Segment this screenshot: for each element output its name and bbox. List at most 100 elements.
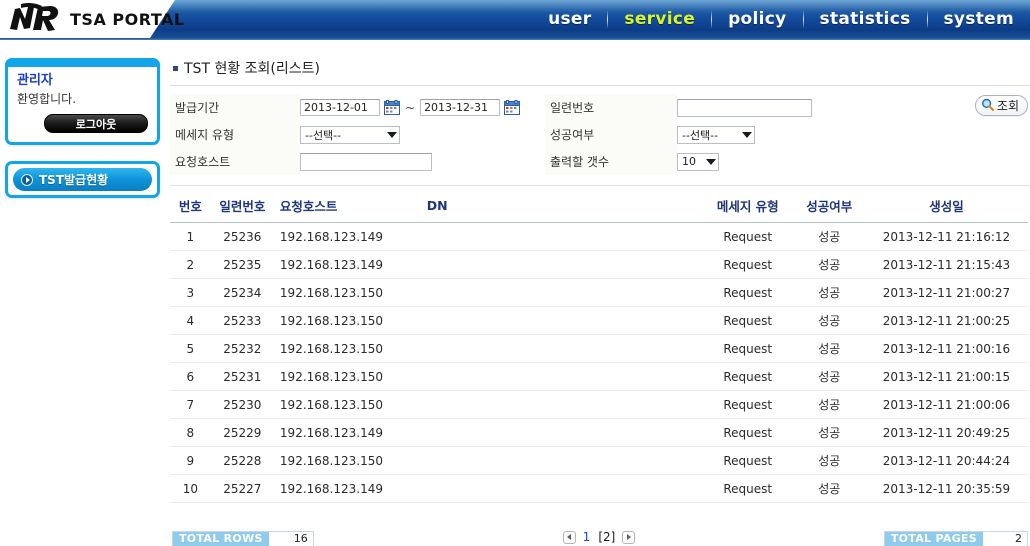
row-count-select[interactable]: 10 xyxy=(677,152,719,171)
cell-serial: 25232 xyxy=(210,334,274,363)
table-row[interactable]: 4 25233 192.168.123.150 Request 성공 2013-… xyxy=(170,306,1028,335)
calendar-icon[interactable] xyxy=(384,100,400,115)
cell-serial: 25236 xyxy=(210,222,274,251)
cell-host: 192.168.123.149 xyxy=(273,474,427,503)
cell-host: 192.168.123.150 xyxy=(273,446,427,475)
chevron-down-icon xyxy=(706,158,716,165)
form-left-label-column: 발급기간 메세지 유형 요청호스트 xyxy=(170,94,300,175)
row-count-select-value: 10 xyxy=(682,155,696,168)
cell-dn xyxy=(426,250,702,279)
nav-item-service[interactable]: service xyxy=(608,9,711,29)
tst-status-table: 번호 일련번호 요청호스트 DN 메세지 유형 성공여부 생성일 1 25236… xyxy=(170,188,1028,503)
label-message-type: 메세지 유형 xyxy=(175,128,235,142)
nav-item-statistics[interactable]: statistics xyxy=(804,9,927,29)
magnifier-icon xyxy=(981,98,995,114)
cell-success: 성공 xyxy=(793,222,865,251)
cell-no: 3 xyxy=(170,278,211,307)
title-bullet-icon xyxy=(173,65,178,71)
cell-success: 성공 xyxy=(793,334,865,363)
site-logo[interactable]: TSA PORTAL xyxy=(6,0,185,38)
table-footer: TOTAL ROWS 16 1 [2] TOTAL PAGES 2 xyxy=(170,530,1028,546)
form-right-field-column: --선택-- 10 xyxy=(677,94,812,175)
page-link-1[interactable]: 1 xyxy=(582,530,592,544)
table-row[interactable]: 2 25235 192.168.123.149 Request 성공 2013-… xyxy=(170,250,1028,279)
cell-no: 5 xyxy=(170,334,211,363)
column-header-msgtype: 메세지 유형 xyxy=(701,188,794,223)
page-body: 관리자 환영합니다. 로그아웃 TST발급현황 TST 현황 조회(리스트) 발… xyxy=(0,40,1030,546)
cell-created: 2013-12-11 21:00:06 xyxy=(864,390,1028,419)
period-from-input[interactable] xyxy=(300,99,380,116)
message-type-select-value: --선택-- xyxy=(305,128,342,142)
request-host-input[interactable] xyxy=(300,152,432,171)
column-header-created: 생성일 xyxy=(864,188,1028,223)
sidebar: 관리자 환영합니다. 로그아웃 TST발급현황 xyxy=(0,40,165,198)
cell-no: 10 xyxy=(170,474,211,503)
table-row[interactable]: 7 25230 192.168.123.150 Request 성공 2013-… xyxy=(170,390,1028,419)
table-header-row: 번호 일련번호 요청호스트 DN 메세지 유형 성공여부 생성일 xyxy=(170,188,1028,223)
cell-no: 9 xyxy=(170,446,211,475)
search-button-label: 조회 xyxy=(996,99,1019,113)
cell-msgtype: Request xyxy=(701,390,794,419)
column-header-host: 요청호스트 xyxy=(273,188,427,223)
nav-item-policy[interactable]: policy xyxy=(712,9,802,29)
cell-serial: 25231 xyxy=(210,362,274,391)
cell-dn xyxy=(426,362,702,391)
cell-no: 4 xyxy=(170,306,211,335)
table-row[interactable]: 8 25229 192.168.123.149 Request 성공 2013-… xyxy=(170,418,1028,447)
sidebar-item-tst-status[interactable]: TST발급현황 xyxy=(13,168,152,191)
cell-no: 1 xyxy=(170,222,211,251)
search-form: 발급기간 메세지 유형 요청호스트 2013-12-01 ~ 2013-12-3… xyxy=(170,86,1030,186)
cell-host: 192.168.123.149 xyxy=(273,222,427,251)
cell-created: 2013-12-11 21:00:25 xyxy=(864,306,1028,335)
cell-success: 성공 xyxy=(793,446,865,475)
cell-created: 2013-12-11 20:49:25 xyxy=(864,418,1028,447)
table-row[interactable]: 9 25228 192.168.123.150 Request 성공 2013-… xyxy=(170,446,1028,475)
cell-msgtype: Request xyxy=(701,446,794,475)
calendar-icon[interactable] xyxy=(504,100,521,115)
cell-dn xyxy=(426,222,702,251)
period-to-input[interactable] xyxy=(420,99,501,116)
cell-host: 192.168.123.150 xyxy=(273,278,427,307)
chevron-down-icon xyxy=(742,131,752,138)
table-row[interactable]: 10 25227 192.168.123.149 Request 성공 2013… xyxy=(170,474,1028,503)
cell-msgtype: Request xyxy=(701,474,794,503)
play-circle-icon xyxy=(21,173,33,186)
column-header-dn: DN xyxy=(426,188,702,223)
logout-button[interactable]: 로그아웃 xyxy=(44,114,148,133)
cell-success: 성공 xyxy=(793,250,865,279)
cell-created: 2013-12-11 21:00:16 xyxy=(864,334,1028,363)
cell-no: 7 xyxy=(170,390,211,419)
cell-no: 2 xyxy=(170,250,211,279)
cell-created: 2013-12-11 20:35:59 xyxy=(864,474,1028,503)
cell-no: 6 xyxy=(170,362,211,391)
label-row-count: 출력할 갯수 xyxy=(550,155,610,169)
table-row[interactable]: 6 25231 192.168.123.150 Request 성공 2013-… xyxy=(170,362,1028,391)
user-name: 관리자 xyxy=(17,73,53,88)
arrow-left-icon[interactable] xyxy=(562,530,576,544)
message-type-select[interactable]: --선택-- xyxy=(300,125,400,144)
cell-host: 192.168.123.150 xyxy=(273,334,427,363)
welcome-text: 환영합니다. xyxy=(17,92,77,106)
cell-success: 성공 xyxy=(793,390,865,419)
cell-serial: 25229 xyxy=(210,418,274,447)
serial-number-input[interactable] xyxy=(677,98,812,117)
label-period: 발급기간 xyxy=(175,101,220,115)
column-header-serial: 일련번호 xyxy=(210,188,274,223)
table-row[interactable]: 1 25236 192.168.123.149 Request 성공 2013-… xyxy=(170,222,1028,251)
success-status-select[interactable]: --선택-- xyxy=(677,125,755,144)
nav-item-user[interactable]: user xyxy=(532,9,607,29)
app-header: TSA PORTAL user service policy statistic… xyxy=(0,0,1030,40)
table-row[interactable]: 3 25234 192.168.123.150 Request 성공 2013-… xyxy=(170,278,1028,307)
cell-created: 2013-12-11 21:15:43 xyxy=(864,250,1028,279)
cell-dn xyxy=(426,418,702,447)
search-button[interactable]: 조회 xyxy=(974,95,1028,116)
cell-success: 성공 xyxy=(793,362,865,391)
arrow-right-icon[interactable] xyxy=(622,530,636,544)
page-link-2[interactable]: [2] xyxy=(597,530,616,544)
table-row[interactable]: 5 25232 192.168.123.150 Request 성공 2013-… xyxy=(170,334,1028,363)
nav-item-system[interactable]: system xyxy=(928,9,1030,29)
user-panel-header-bar xyxy=(8,61,157,67)
page-title: TST 현황 조회(리스트) xyxy=(184,61,320,77)
cell-created: 2013-12-11 21:16:12 xyxy=(864,222,1028,251)
cell-msgtype: Request xyxy=(701,306,794,335)
